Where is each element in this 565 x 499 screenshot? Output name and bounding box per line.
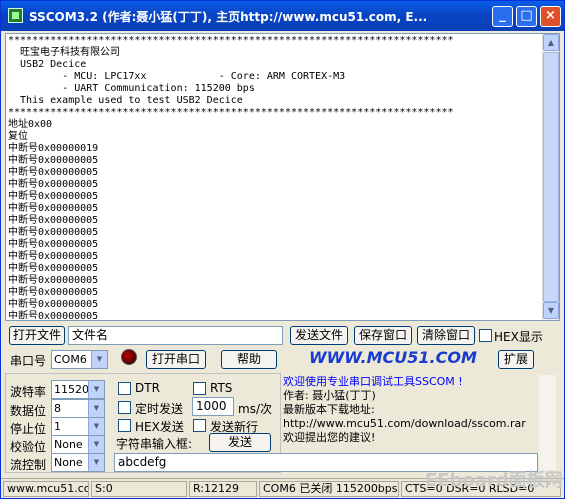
flow-control-label: 流控制: [10, 458, 47, 472]
receive-area[interactable]: ****************************************…: [5, 33, 560, 321]
stop-bits-label: 停止位: [10, 422, 47, 436]
maximize-button[interactable]: □: [516, 6, 537, 27]
interval-unit: ms/次: [238, 402, 272, 416]
save-window-button[interactable]: 保存窗口: [354, 326, 412, 345]
data-bits-select[interactable]: 8 ▼: [51, 399, 105, 418]
info-download-link[interactable]: http://www.mcu51.com/download/sscom.rar: [283, 417, 538, 431]
chevron-down-icon[interactable]: ▼: [88, 418, 104, 435]
chevron-down-icon[interactable]: ▼: [88, 436, 104, 453]
open-file-button[interactable]: 打开文件: [9, 326, 65, 345]
status-port: COM6 已关闭 115200bps 8: [259, 481, 399, 497]
chevron-down-icon[interactable]: ▼: [88, 400, 104, 417]
receive-scrollbar[interactable]: ▲ ▼: [542, 34, 559, 320]
timed-send-label: 定时发送: [135, 402, 184, 416]
info-scrollbar[interactable]: [539, 375, 556, 470]
send-newline-checkbox[interactable]: [193, 419, 206, 432]
receive-line: 中断号0x00000005: [8, 275, 99, 286]
receive-line: 中断号0x00000005: [8, 263, 99, 274]
dtr-checkbox[interactable]: [118, 382, 131, 395]
expand-button[interactable]: 扩展: [498, 350, 534, 369]
baud-select[interactable]: 115200 ▼: [51, 380, 105, 399]
help-button[interactable]: 帮助: [221, 350, 277, 369]
receive-line: 中断号0x00000005: [8, 227, 99, 238]
receive-text[interactable]: ****************************************…: [8, 35, 543, 319]
file-name-field[interactable]: 文件名: [68, 326, 283, 345]
receive-line: 中断号0x00000005: [8, 299, 99, 310]
receive-line: 旺宝电子科技有限公司: [8, 47, 121, 58]
stop-bits-value: 1: [54, 420, 61, 433]
send-button[interactable]: 发送: [209, 433, 271, 452]
status-received: R:12129: [189, 481, 257, 497]
receive-line: This example used to test USB2 Decice: [8, 95, 243, 106]
scroll-thumb[interactable]: [543, 52, 559, 302]
app-window: SSCOM3.2 (作者:聂小猛(丁丁), 主页http://www.mcu51…: [0, 0, 565, 499]
receive-line: 中断号0x00000005: [8, 167, 99, 178]
scroll-up-icon[interactable]: ▲: [543, 34, 559, 51]
window-title: SSCOM3.2 (作者:聂小猛(丁丁), 主页http://www.mcu51…: [29, 10, 428, 24]
port-select[interactable]: COM6 ▼: [51, 350, 108, 369]
receive-line: 复位: [8, 131, 28, 142]
parity-select[interactable]: None ▼: [51, 435, 105, 454]
port-status-led-icon: [121, 349, 137, 365]
receive-line: 中断号0x00000005: [8, 239, 99, 250]
receive-line: USB2 Decice: [8, 59, 87, 70]
info-feedback: 欢迎提出您的建议!: [283, 431, 376, 444]
string-input-label: 字符串输入框:: [116, 437, 193, 451]
data-bits-value: 8: [54, 402, 61, 415]
receive-line: 中断号0x00000005: [8, 179, 99, 190]
port-value: COM6: [54, 353, 87, 366]
info-welcome: 欢迎使用专业串口调试工具SSCOM !: [283, 375, 463, 388]
receive-line: 中断号0x00000005: [8, 287, 99, 298]
receive-line: 中断号0x00000005: [8, 191, 99, 202]
dtr-label: DTR: [135, 381, 160, 395]
receive-line: 中断号0x00000005: [8, 311, 99, 319]
hex-send-checkbox[interactable]: [118, 419, 131, 432]
receive-line: ****************************************…: [8, 35, 454, 46]
parity-label: 校验位: [10, 440, 47, 454]
rts-label: RTS: [210, 381, 233, 395]
chevron-down-icon[interactable]: ▼: [88, 454, 104, 471]
send-interval-field[interactable]: 1000: [192, 397, 234, 416]
info-download-label: 最新版本下载地址:: [283, 403, 375, 416]
receive-line: 中断号0x00000005: [8, 215, 99, 226]
receive-line: 中断号0x00000005: [8, 203, 99, 214]
title-bar[interactable]: SSCOM3.2 (作者:聂小猛(丁丁), 主页http://www.mcu51…: [1, 1, 564, 31]
open-port-button[interactable]: 打开串口: [146, 350, 206, 369]
receive-line: - MCU: LPC17xx - Core: ARM CORTEX-M3: [8, 71, 346, 82]
baud-label: 波特率: [10, 385, 47, 399]
timed-send-checkbox[interactable]: [118, 401, 131, 414]
data-bits-label: 数据位: [10, 404, 47, 418]
status-sent: S:0: [91, 481, 187, 497]
parity-value: None: [54, 438, 83, 451]
receive-line: 中断号0x00000005: [8, 251, 99, 262]
receive-line: 中断号0x00000019: [8, 143, 99, 154]
receive-line: 中断号0x00000005: [8, 155, 99, 166]
scroll-down-icon[interactable]: ▼: [543, 302, 559, 319]
clear-window-button[interactable]: 清除窗口: [417, 326, 475, 345]
port-label: 串口号: [10, 354, 47, 368]
send-file-button[interactable]: 发送文件: [290, 326, 348, 345]
receive-line: - UART Communication: 115200 bps: [8, 83, 255, 94]
app-icon: [8, 8, 23, 23]
hex-display-label: HEX显示: [494, 330, 543, 344]
flow-control-value: None: [54, 456, 83, 469]
chevron-down-icon[interactable]: ▼: [91, 351, 107, 368]
info-panel: 欢迎使用专业串口调试工具SSCOM ! 作者: 聂小猛(丁丁) 最新版本下载地址…: [283, 375, 538, 447]
flow-control-select[interactable]: None ▼: [51, 453, 105, 472]
info-author: 作者: 聂小猛(丁丁): [283, 389, 376, 402]
status-site: www.mcu51.com: [3, 481, 89, 497]
rts-checkbox[interactable]: [193, 382, 206, 395]
hex-display-checkbox[interactable]: [479, 329, 492, 342]
minimize-button[interactable]: _: [492, 6, 513, 27]
brand-logo[interactable]: WWW.MCU51.COM: [309, 348, 477, 367]
receive-line: 地址0x00: [8, 119, 53, 130]
stop-bits-select[interactable]: 1 ▼: [51, 417, 105, 436]
close-button[interactable]: ×: [540, 6, 561, 27]
hex-send-label: HEX发送: [135, 420, 184, 434]
chevron-down-icon[interactable]: ▼: [88, 381, 104, 398]
receive-line: ****************************************…: [8, 107, 454, 118]
watermark: EEboard面板网: [425, 470, 563, 491]
